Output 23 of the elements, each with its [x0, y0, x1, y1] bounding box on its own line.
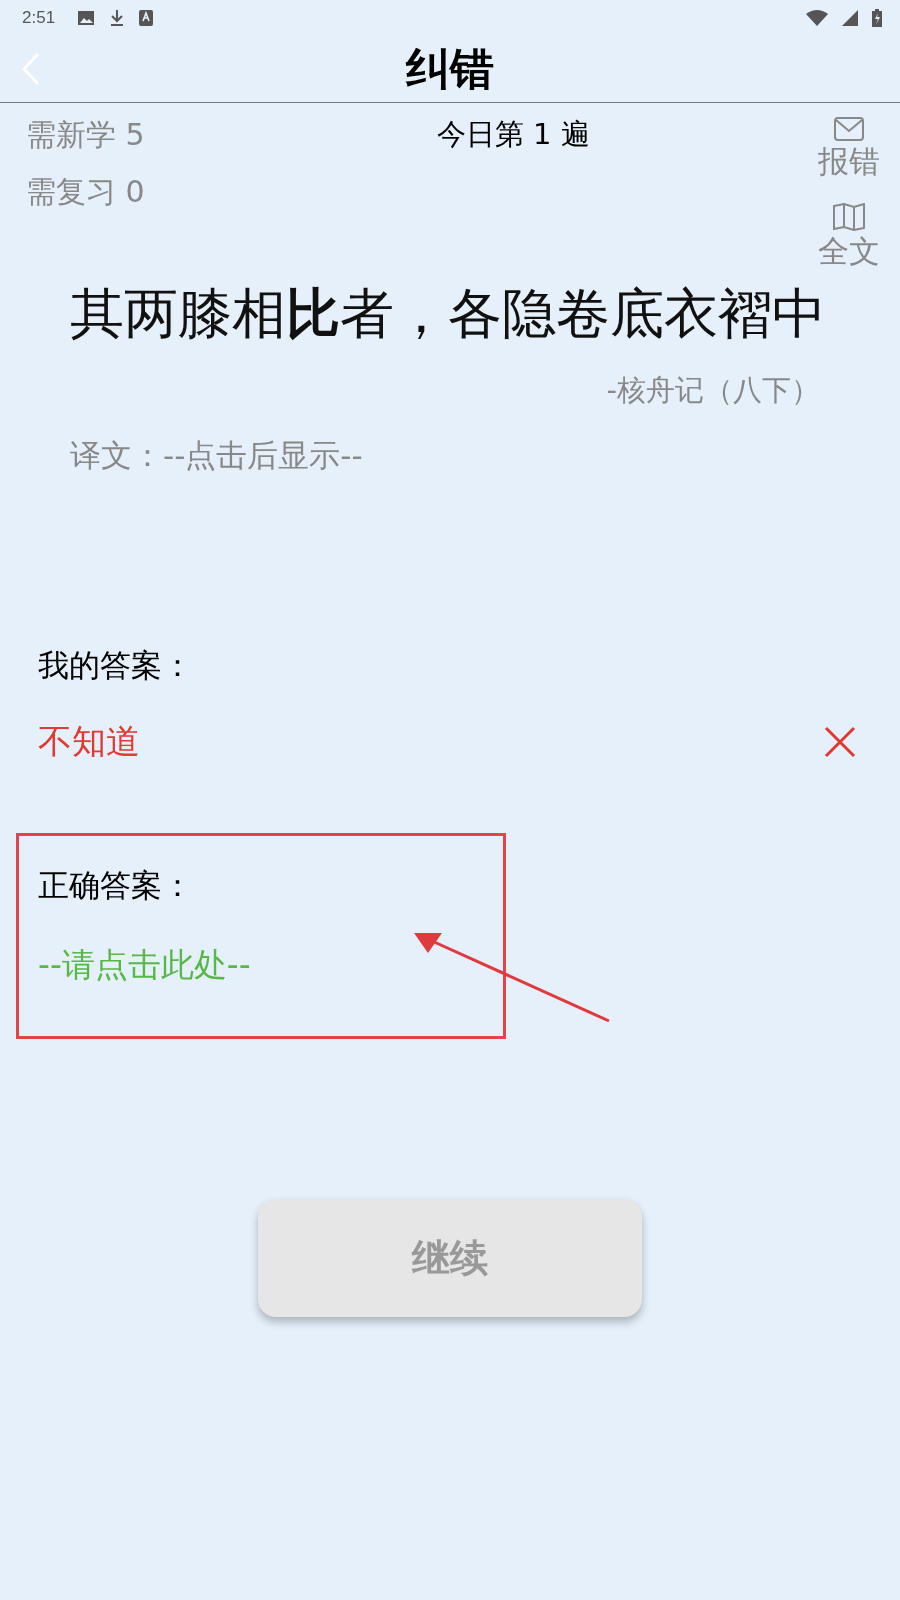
battery-icon [872, 9, 882, 27]
image-icon [77, 10, 96, 26]
font-icon [139, 10, 154, 26]
reveal-answer-link[interactable]: --请点击此处-- [38, 943, 251, 988]
page-title: 纠错 [406, 41, 494, 96]
answer-label: 我的答案： [37, 646, 194, 685]
status-time: 2:51 [22, 8, 56, 28]
wifi-icon [806, 10, 828, 26]
download-icon [109, 9, 126, 27]
source-label: -核舟记（八下） [605, 372, 821, 409]
mail-icon [834, 117, 864, 141]
signal-icon [842, 10, 858, 26]
my-answer: 不知道 [38, 720, 140, 763]
translation-toggle[interactable]: 译文：--点击后显示-- [0, 435, 900, 477]
back-icon[interactable] [22, 52, 40, 86]
count-label: 需新学 5 [26, 116, 145, 154]
question-sentence: 其两膝相比者，各隐卷底衣褶中 [69, 281, 827, 347]
correct-answer-label: 正确答案： [38, 866, 194, 905]
count-label: 需复习 0 [26, 173, 145, 211]
report-button[interactable]: 报错 [818, 117, 880, 183]
book-icon [833, 203, 865, 231]
full-text-button[interactable]: 全文 [818, 203, 880, 273]
pass-count: 今日第 1 遍 [436, 116, 590, 153]
